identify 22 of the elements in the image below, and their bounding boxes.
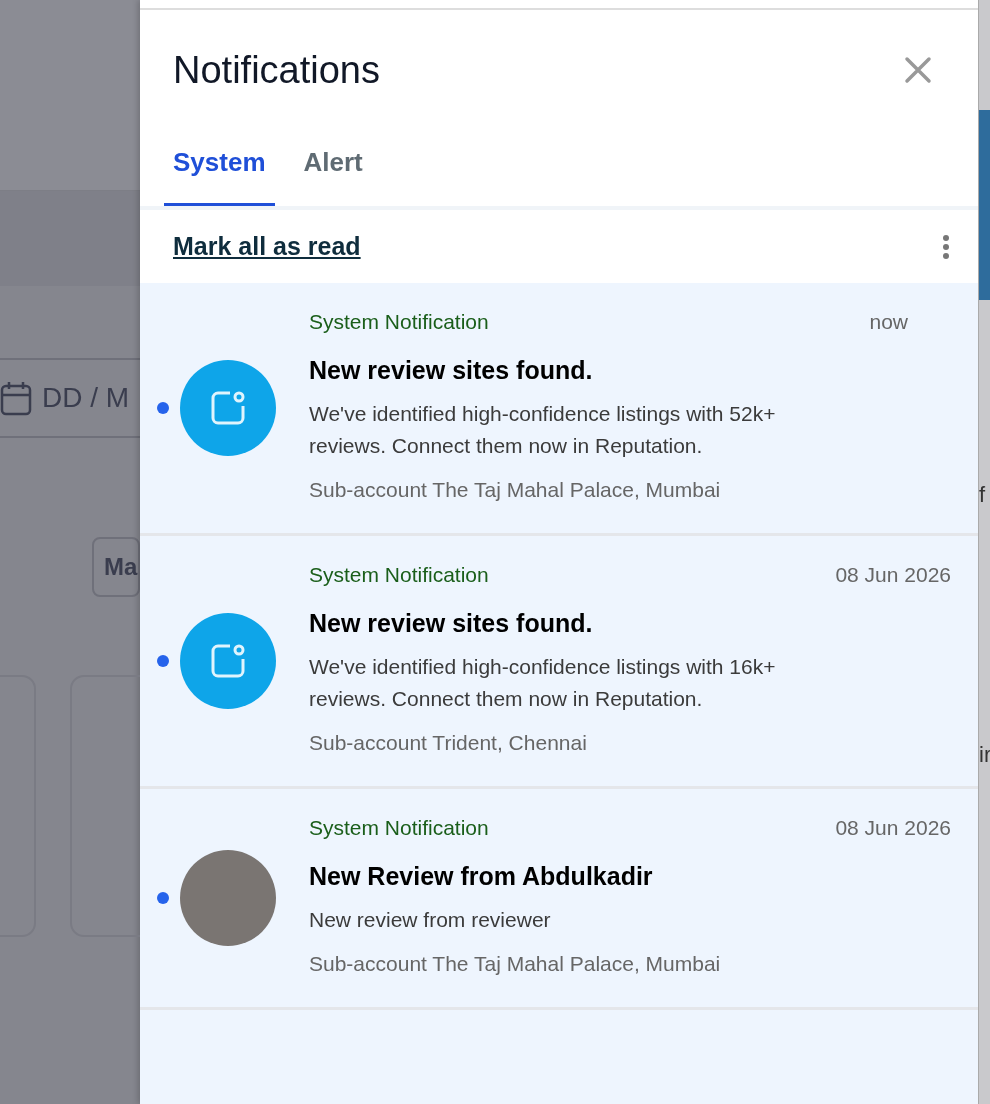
notification-category: System Notification bbox=[309, 563, 489, 587]
mark-all-read-link[interactable]: Mark all as read bbox=[173, 232, 361, 261]
notification-category: System Notification bbox=[309, 310, 489, 334]
sub-account-label: Sub-account The Taj Mahal Palace, Mumbai bbox=[309, 477, 722, 503]
notification-message: New review from reviewer bbox=[309, 907, 552, 933]
notification-title: New review sites found. bbox=[309, 355, 594, 386]
notification-time: 08 Jun 2026 bbox=[835, 816, 951, 840]
notification-time: 08 Jun 2026 bbox=[835, 563, 951, 587]
partial-text: f bbox=[979, 481, 987, 509]
notification-message: We've identified high-confidence listings with 52k+ reviews. Connect them now in Reputation. bbox=[309, 401, 777, 459]
notification-category: System Notification bbox=[309, 816, 489, 840]
notification-time: now bbox=[869, 310, 908, 334]
tab[interactable]: Alert bbox=[294, 134, 372, 206]
notification-title: New Review from Abdulkadir bbox=[309, 861, 654, 892]
sub-account-label: Sub-account The Taj Mahal Palace, Mumbai bbox=[309, 951, 722, 977]
calendar-icon bbox=[0, 380, 32, 416]
notification-title: New review sites found. bbox=[309, 608, 594, 639]
partial-text: ir bbox=[979, 741, 990, 769]
panel-title: Notifications bbox=[173, 48, 380, 93]
sub-account-label: Sub-account Trident, Chennai bbox=[309, 730, 588, 756]
date-placeholder: DD / M bbox=[42, 382, 130, 414]
notification-message: We've identified high-confidence listings with 16k+ reviews. Connect them now in Reputation. bbox=[309, 654, 777, 712]
